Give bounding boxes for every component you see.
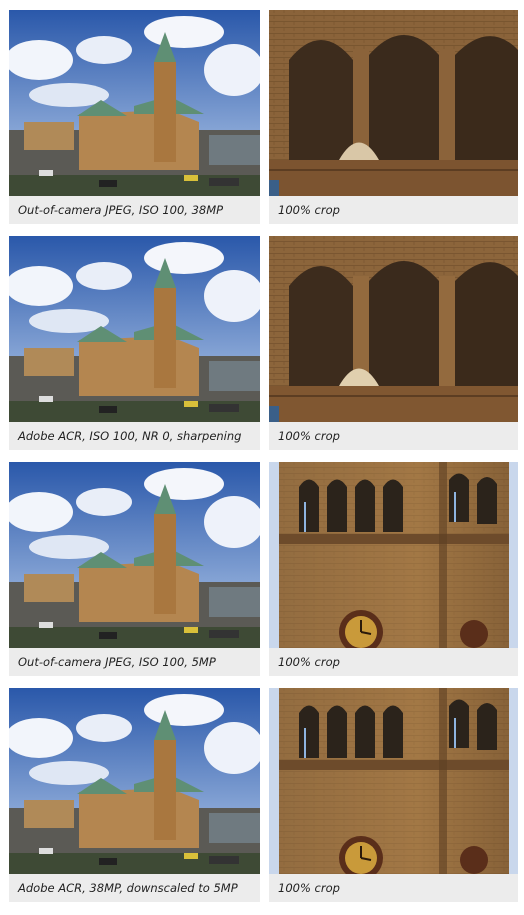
- comparison-grid: Out-of-camera JPEG, ISO 100, 38MP 100% c…: [0, 0, 524, 915]
- comparison-row: Adobe ACR, ISO 100, NR 0, sharpening 100…: [0, 236, 524, 452]
- crop-cell: 100% crop: [269, 10, 518, 224]
- church-photo: [9, 10, 260, 196]
- photo-caption: Out-of-camera JPEG, ISO 100, 38MP: [9, 196, 260, 224]
- church-photo: [9, 236, 260, 422]
- tower-crop: [269, 462, 518, 648]
- crop-caption: 100% crop: [269, 648, 518, 676]
- crop-cell: 100% crop: [269, 462, 518, 676]
- photo-caption: Adobe ACR, ISO 100, NR 0, sharpening: [9, 422, 260, 450]
- comparison-row: Adobe ACR, 38MP, downscaled to 5MP 100% …: [0, 688, 524, 904]
- church-photo: [9, 462, 260, 648]
- full-photo-cell: Adobe ACR, 38MP, downscaled to 5MP: [9, 688, 260, 902]
- crop-caption: 100% crop: [269, 874, 518, 902]
- crop-caption: 100% crop: [269, 422, 518, 450]
- tower-crop: [269, 688, 518, 874]
- full-photo-cell: Out-of-camera JPEG, ISO 100, 38MP: [9, 10, 260, 224]
- crop-cell: 100% crop: [269, 688, 518, 902]
- full-photo-cell: Out-of-camera JPEG, ISO 100, 5MP: [9, 462, 260, 676]
- photo-caption: Out-of-camera JPEG, ISO 100, 5MP: [9, 648, 260, 676]
- comparison-row: Out-of-camera JPEG, ISO 100, 5MP 100% cr…: [0, 462, 524, 678]
- arches-crop: [269, 236, 518, 422]
- comparison-row: Out-of-camera JPEG, ISO 100, 38MP 100% c…: [0, 10, 524, 226]
- crop-cell: 100% crop: [269, 236, 518, 450]
- church-photo: [9, 688, 260, 874]
- full-photo-cell: Adobe ACR, ISO 100, NR 0, sharpening: [9, 236, 260, 450]
- photo-caption: Adobe ACR, 38MP, downscaled to 5MP: [9, 874, 260, 902]
- crop-caption: 100% crop: [269, 196, 518, 224]
- arches-crop: [269, 10, 518, 196]
